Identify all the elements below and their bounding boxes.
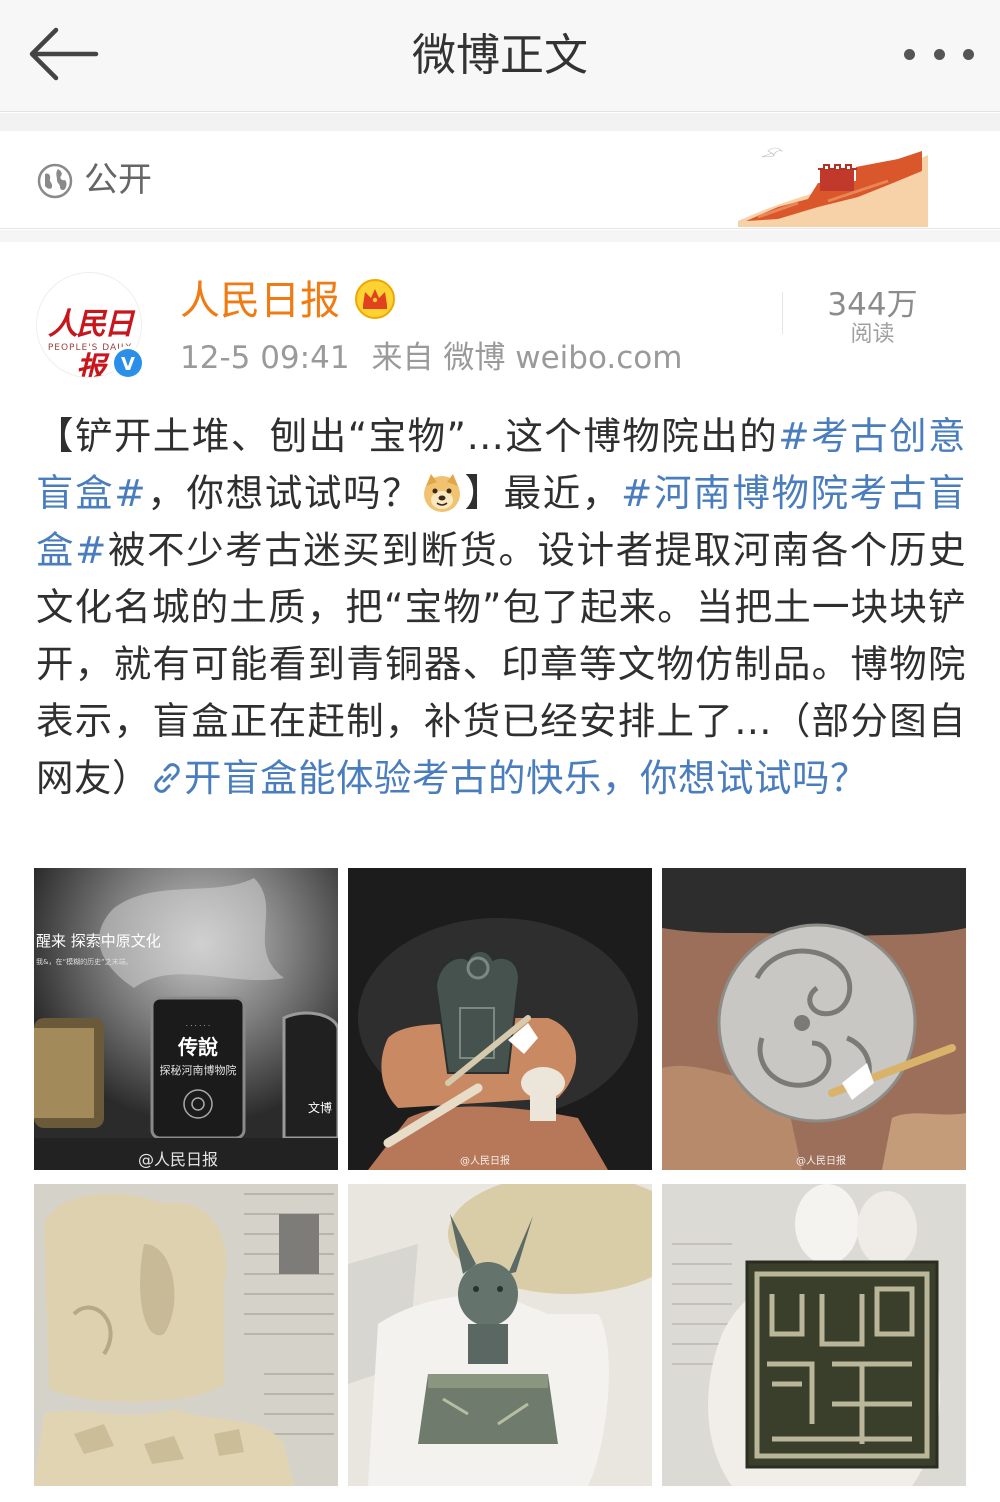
post-meta: 12-5 09:41 来自 微博 weibo.com — [180, 338, 682, 378]
more-dot — [963, 48, 974, 60]
photo-soil-block — [34, 1184, 338, 1486]
post-photo-3[interactable]: @人民日报 — [662, 868, 966, 1170]
post-photo-5[interactable] — [348, 1184, 652, 1486]
post-time: 12-5 09:41 — [180, 340, 350, 376]
post-text-segment: 【铲开土堆、刨出“宝物”…这个博物院出的 — [36, 414, 779, 458]
photo-watermark: @人民日报 — [138, 1150, 219, 1169]
photo-bronze-seal — [348, 868, 652, 1170]
post-photo-2[interactable]: @人民日报 — [348, 868, 652, 1170]
visibility-label: 公开 — [84, 160, 152, 200]
post-photo-4[interactable] — [34, 1184, 338, 1486]
author-name[interactable]: 人民日报 — [180, 276, 340, 326]
post-photo-6[interactable] — [662, 1184, 966, 1486]
photo-caption-subtext: 我&，在“模糊的历史”之末端。 — [36, 957, 133, 966]
more-button[interactable] — [904, 32, 974, 76]
photo-carved-disc — [662, 868, 966, 1170]
photo-watermark: @人民日报 — [460, 1156, 510, 1167]
more-dot — [933, 48, 945, 60]
article-link[interactable]: 开盲盒能体验考古的快乐，你想试试吗？ — [184, 756, 868, 800]
page-title: 微博正文 — [412, 30, 588, 81]
globe-icon — [37, 163, 73, 199]
doge-emoji-icon — [424, 474, 461, 512]
photo-caption-text: 醒来 探索中原文化 — [36, 932, 161, 950]
read-count: 344万 — [827, 287, 918, 323]
section-gap — [0, 113, 1000, 131]
link-icon — [154, 763, 180, 793]
verified-mark-text: V — [121, 354, 135, 375]
top-nav-bar: 微博正文 — [0, 0, 1000, 112]
great-wall-decoration — [738, 147, 928, 227]
verified-badge-icon: V — [111, 346, 145, 380]
divider — [782, 292, 783, 334]
section-gap — [0, 230, 1000, 242]
read-count-label: 阅读 — [850, 322, 895, 347]
more-dots-icon — [904, 48, 915, 60]
crown-icon — [355, 279, 395, 319]
box-right-text: 文博 — [308, 1100, 332, 1115]
visibility-row: 公开 — [0, 131, 1000, 229]
post-text-segment: 】最近， — [463, 471, 621, 515]
box-brand-text: 传說 — [177, 1035, 218, 1059]
box-name-text: 探秘河南博物院 — [160, 1063, 237, 1077]
post-source: 微博 weibo.com — [443, 340, 683, 376]
photo-square-seal — [662, 1184, 966, 1486]
post-body: 【铲开土堆、刨出“宝物”…这个博物院出的#考古创意盲盒#，你想试试吗？ 】最近，#… — [36, 408, 966, 807]
post-photo-1[interactable]: 醒来 探索中原文化 我&，在“模糊的历史”之末端。 · · · · · · 传說… — [34, 868, 338, 1170]
svg-text:· · · · · ·: · · · · · · — [186, 1022, 210, 1030]
photo-product-boxes: 醒来 探索中原文化 我&，在“模糊的历史”之末端。 · · · · · · 传說… — [34, 868, 338, 1170]
post-text-segment: ，你想试试吗？ — [146, 471, 422, 515]
source-prefix: 来自 — [371, 340, 434, 376]
photo-watermark: @人民日报 — [796, 1156, 846, 1167]
photo-rabbit-seal — [348, 1184, 652, 1486]
